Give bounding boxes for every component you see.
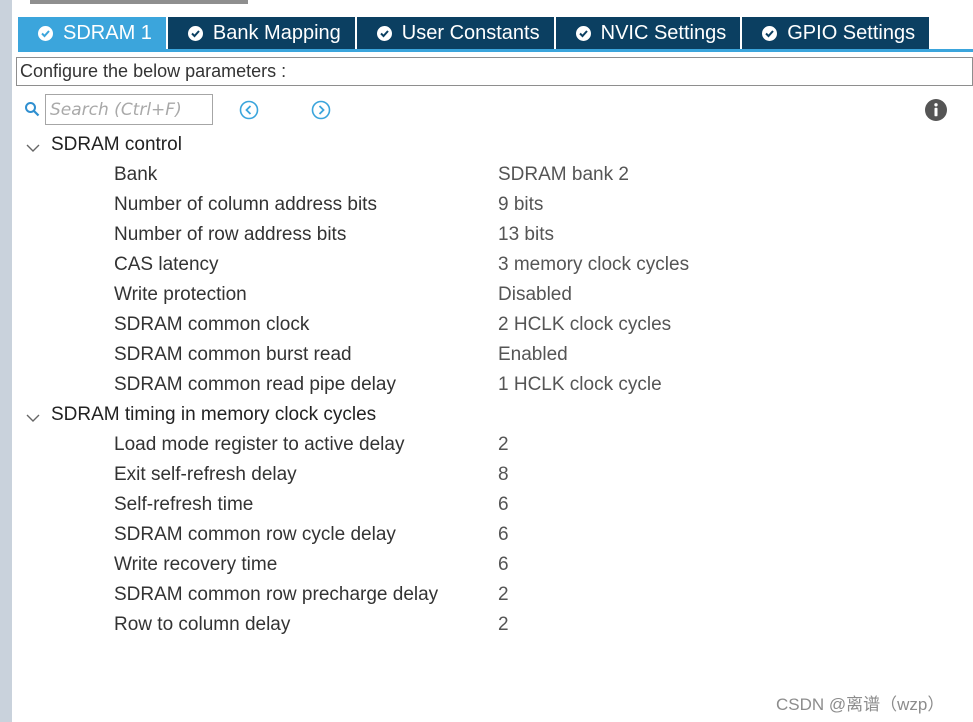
search-input[interactable]: [45, 94, 213, 125]
configure-label: Configure the below parameters :: [20, 61, 287, 81]
check-circle-icon: [575, 25, 591, 41]
param-name: Write recovery time: [114, 554, 278, 575]
check-circle-icon: [187, 25, 203, 41]
param-value[interactable]: Enabled: [498, 344, 568, 366]
param-row[interactable]: Write protection Disabled: [0, 280, 973, 310]
param-row[interactable]: SDRAM common burst read Enabled: [0, 340, 973, 370]
tab-gpio-settings[interactable]: GPIO Settings: [742, 17, 930, 49]
tab-label: GPIO Settings: [787, 21, 916, 44]
param-value[interactable]: 2: [498, 584, 509, 606]
param-value[interactable]: 1 HCLK clock cycle: [498, 374, 662, 396]
search-icon: [24, 101, 40, 122]
param-row[interactable]: Number of column address bits 9 bits: [0, 190, 973, 220]
check-circle-icon: [38, 25, 53, 41]
param-row[interactable]: Self-refresh time 6: [0, 490, 973, 520]
param-value[interactable]: 9 bits: [498, 194, 543, 216]
param-name: SDRAM common row cycle delay: [114, 524, 396, 545]
tab-bank-mapping[interactable]: Bank Mapping: [167, 17, 355, 49]
watermark: CSDN @离谱（wzp）: [776, 695, 945, 714]
param-name: Self-refresh time: [114, 494, 254, 515]
tab-user-constants[interactable]: User Constants: [356, 17, 554, 49]
next-result-button[interactable]: [311, 100, 331, 120]
param-name: CAS latency: [114, 254, 219, 275]
param-value[interactable]: Disabled: [498, 284, 572, 306]
configure-header: Configure the below parameters :: [16, 57, 973, 86]
param-value[interactable]: 8: [498, 464, 509, 486]
param-row[interactable]: Exit self-refresh delay 8: [0, 460, 973, 490]
param-row[interactable]: CAS latency 3 memory clock cycles: [0, 250, 973, 280]
group-sdram-control[interactable]: SDRAM control: [0, 130, 973, 160]
param-name: Number of row address bits: [114, 224, 347, 245]
tab-sdram-1[interactable]: SDRAM 1: [18, 17, 166, 49]
info-button[interactable]: [924, 98, 948, 122]
param-row[interactable]: Load mode register to active delay 2: [0, 430, 973, 460]
param-value[interactable]: 2: [498, 434, 509, 456]
param-value[interactable]: 3 memory clock cycles: [498, 254, 689, 276]
param-name: Bank: [114, 164, 158, 185]
chevron-down-icon[interactable]: [26, 140, 40, 158]
param-value[interactable]: 6: [498, 554, 509, 576]
check-circle-icon: [376, 25, 392, 41]
param-value[interactable]: SDRAM bank 2: [498, 164, 629, 186]
tab-bar: SDRAM 1 Bank Mapping User Constants NVIC…: [18, 17, 931, 49]
param-row[interactable]: Bank SDRAM bank 2: [0, 160, 973, 190]
tab-label: NVIC Settings: [600, 21, 727, 44]
param-value[interactable]: 13 bits: [498, 224, 554, 246]
param-row[interactable]: SDRAM common read pipe delay 1 HCLK clock…: [0, 370, 973, 400]
info-icon: [925, 99, 947, 121]
chevron-left-circle-icon: [239, 100, 259, 120]
param-value[interactable]: 2 HCLK clock cycles: [498, 314, 671, 336]
previous-result-button[interactable]: [239, 100, 259, 120]
tab-underline: [18, 49, 973, 52]
param-name: SDRAM common read pipe delay: [114, 374, 396, 395]
group-label: SDRAM control: [51, 134, 182, 155]
param-row[interactable]: Row to column delay 2: [0, 610, 973, 640]
tab-label: Bank Mapping: [212, 21, 341, 44]
param-row[interactable]: SDRAM common row cycle delay 6: [0, 520, 973, 550]
tab-nvic-settings[interactable]: NVIC Settings: [555, 17, 741, 49]
parameter-tree: SDRAM control Bank SDRAM bank 2 Number of…: [0, 130, 973, 640]
top-scroll-strip: [30, 0, 248, 4]
check-circle-icon: [762, 25, 778, 41]
param-row[interactable]: Write recovery time 6: [0, 550, 973, 580]
param-value[interactable]: 6: [498, 524, 509, 546]
param-row[interactable]: Number of row address bits 13 bits: [0, 220, 973, 250]
param-name: Write protection: [114, 284, 247, 305]
param-name: Row to column delay: [114, 614, 291, 635]
param-name: SDRAM common row precharge delay: [114, 584, 439, 605]
param-name: SDRAM common burst read: [114, 344, 352, 365]
chevron-down-icon[interactable]: [26, 410, 40, 428]
param-row[interactable]: SDRAM common clock 2 HCLK clock cycles: [0, 310, 973, 340]
param-name: Exit self-refresh delay: [114, 464, 297, 485]
group-sdram-timing[interactable]: SDRAM timing in memory clock cycles: [0, 400, 973, 430]
param-row[interactable]: SDRAM common row precharge delay 2: [0, 580, 973, 610]
chevron-right-circle-icon: [311, 100, 331, 120]
param-name: SDRAM common clock: [114, 314, 310, 335]
param-value[interactable]: 2: [498, 614, 509, 636]
tab-label: User Constants: [401, 21, 540, 44]
param-name: Load mode register to active delay: [114, 434, 405, 455]
param-value[interactable]: 6: [498, 494, 509, 516]
group-label: SDRAM timing in memory clock cycles: [51, 404, 377, 425]
tab-label: SDRAM 1: [63, 21, 152, 44]
param-name: Number of column address bits: [114, 194, 377, 215]
